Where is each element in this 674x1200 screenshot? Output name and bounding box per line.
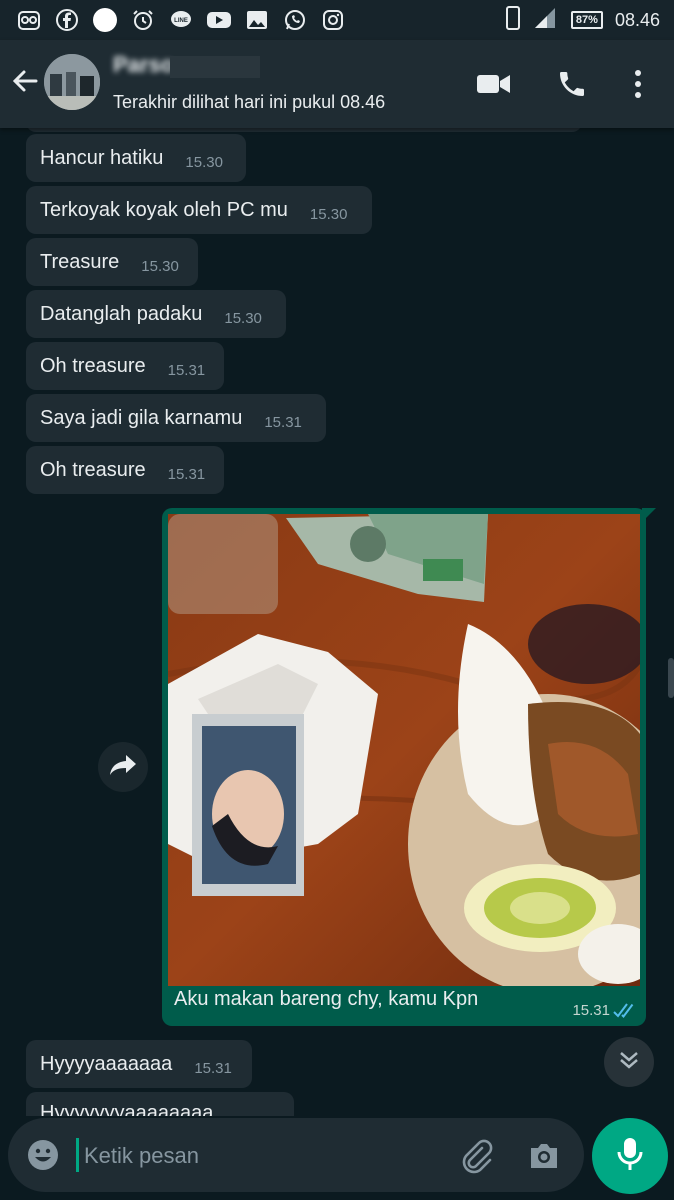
voice-message-button[interactable] (592, 1118, 668, 1194)
svg-text:LINE: LINE (174, 18, 188, 24)
message-input[interactable] (82, 1136, 446, 1176)
message-bubble-partial (26, 128, 582, 132)
message-text: Oh treasure (40, 458, 146, 481)
paperclip-icon[interactable] (458, 1138, 494, 1174)
message-bubble[interactable]: Oh treasure 15.31 (26, 446, 224, 494)
line-icon: LINE (168, 7, 194, 33)
message-text: Oh treasure (40, 354, 146, 377)
alarm-icon (130, 7, 156, 33)
chat-area[interactable]: Hancur hatiku 15.30 Terkoyak koyak oleh … (0, 128, 674, 1116)
message-text: Saya jadi gila karnamu (40, 406, 243, 429)
message-time: 15.31 (572, 1002, 610, 1019)
clock: 08.46 (614, 9, 660, 30)
scrollbar-handle[interactable] (668, 658, 674, 698)
message-bubble[interactable]: Datanglah padaku 15.30 (26, 290, 286, 338)
message-time: 15.30 (185, 153, 223, 171)
status-bar: LINE 87% 08.46 (0, 0, 674, 40)
message-text: Treasure (40, 250, 120, 273)
facebook-icon (54, 7, 80, 33)
message-bubble[interactable]: Oh treasure 15.31 (26, 342, 224, 390)
message-composer (8, 1118, 584, 1192)
scroll-to-bottom-button[interactable] (604, 1037, 654, 1087)
read-ticks-icon (612, 1002, 638, 1020)
circle-icon (92, 7, 118, 33)
message-text: Datanglah padaku (40, 302, 203, 325)
message-text: Hancur hatiku (40, 146, 164, 169)
forward-button[interactable] (98, 742, 148, 792)
message-time: 15.31 (167, 465, 206, 483)
last-seen-status[interactable]: Terakhir dilihat hari ini pukul 08.46 (113, 92, 385, 113)
microphone-icon (616, 1136, 644, 1177)
owl-icon (16, 7, 42, 33)
phone-icon (505, 5, 521, 35)
instagram-icon (320, 7, 346, 33)
whatsapp-icon (282, 7, 308, 33)
back-arrow-icon[interactable] (10, 66, 40, 96)
emoji-icon[interactable] (26, 1138, 60, 1172)
double-chevron-down-icon (618, 1049, 640, 1076)
message-bubble[interactable]: Hancur hatiku 15.30 (26, 134, 246, 182)
message-text: Hyyyyaaaaaaa (40, 1052, 173, 1075)
message-text: Terkoyak koyak oleh PC mu (40, 198, 288, 221)
message-time: 15.30 (309, 205, 348, 223)
image-caption: Aku makan bareng chy, kamu Kpn (174, 988, 479, 1010)
chat-header: Parso Terakhir dilihat hari ini pukul 08… (0, 40, 674, 128)
message-time: 15.31 (194, 1059, 232, 1077)
message-time: 15.31 (167, 361, 206, 379)
more-options-icon[interactable] (620, 66, 656, 102)
camera-icon[interactable] (526, 1138, 562, 1174)
message-bubble[interactable]: Terkoyak koyak oleh PC mu 15.30 (26, 186, 372, 234)
bubble-tail (642, 508, 656, 522)
voice-call-icon[interactable] (554, 66, 590, 102)
image-message-bubble[interactable]: Aku makan bareng chy, kamu Kpn 15.31 (162, 508, 656, 1026)
battery-indicator: 87% (570, 11, 603, 29)
message-bubble[interactable]: Hyyyyyyyaaaaaaaa (26, 1092, 294, 1116)
message-time: 15.30 (141, 257, 179, 275)
message-bubble[interactable]: Saya jadi gila karnamu 15.31 (26, 394, 326, 442)
forward-arrow-icon (108, 753, 138, 782)
gallery-icon (244, 7, 270, 33)
message-bubble[interactable]: Treasure 15.30 (26, 238, 198, 286)
photo[interactable] (168, 514, 640, 986)
text-cursor (76, 1138, 79, 1172)
message-text: Hyyyyyyyaaaaaaaa (40, 1102, 214, 1116)
message-time: 15.30 (224, 309, 262, 327)
avatar[interactable] (44, 54, 100, 110)
video-call-icon[interactable] (476, 66, 512, 102)
youtube-icon (206, 7, 232, 33)
message-bubble[interactable]: Hyyyyaaaaaaa 15.31 (26, 1040, 252, 1088)
name-redaction (170, 56, 260, 78)
message-time: 15.31 (264, 413, 302, 431)
signal-icon (533, 6, 559, 35)
